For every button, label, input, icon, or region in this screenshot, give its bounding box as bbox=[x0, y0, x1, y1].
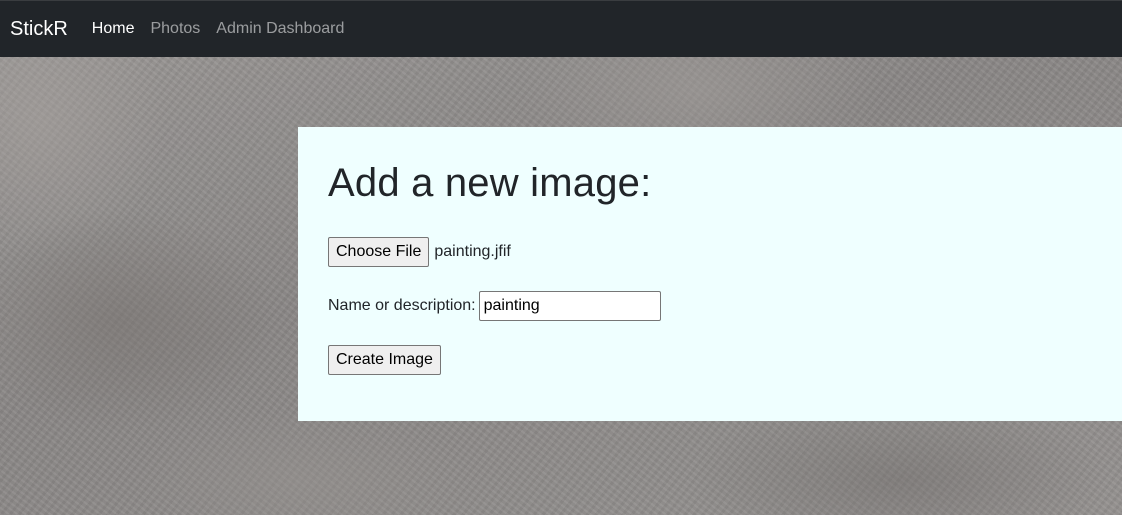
create-image-button[interactable]: Create Image bbox=[328, 345, 441, 375]
name-label: Name or description: bbox=[328, 297, 476, 314]
file-upload-row: Choose File painting.jfif bbox=[328, 237, 511, 267]
top-navbar: StickR Home Photos Admin Dashboard bbox=[0, 0, 1122, 57]
nav-link-photos[interactable]: Photos bbox=[150, 21, 200, 37]
name-input[interactable] bbox=[478, 291, 661, 321]
nav-link-admin-dashboard[interactable]: Admin Dashboard bbox=[216, 21, 344, 37]
choose-file-button[interactable]: Choose File bbox=[328, 237, 430, 267]
brand-link[interactable]: StickR bbox=[10, 19, 68, 39]
name-row: Name or description: bbox=[328, 291, 661, 321]
nav-link-home[interactable]: Home bbox=[92, 21, 135, 37]
selected-file-name: painting.jfif bbox=[434, 243, 511, 260]
submit-row: Create Image bbox=[328, 345, 441, 375]
page-title: Add a new image: bbox=[328, 161, 652, 205]
add-image-card: Add a new image: Choose File painting.jf… bbox=[298, 127, 1122, 421]
